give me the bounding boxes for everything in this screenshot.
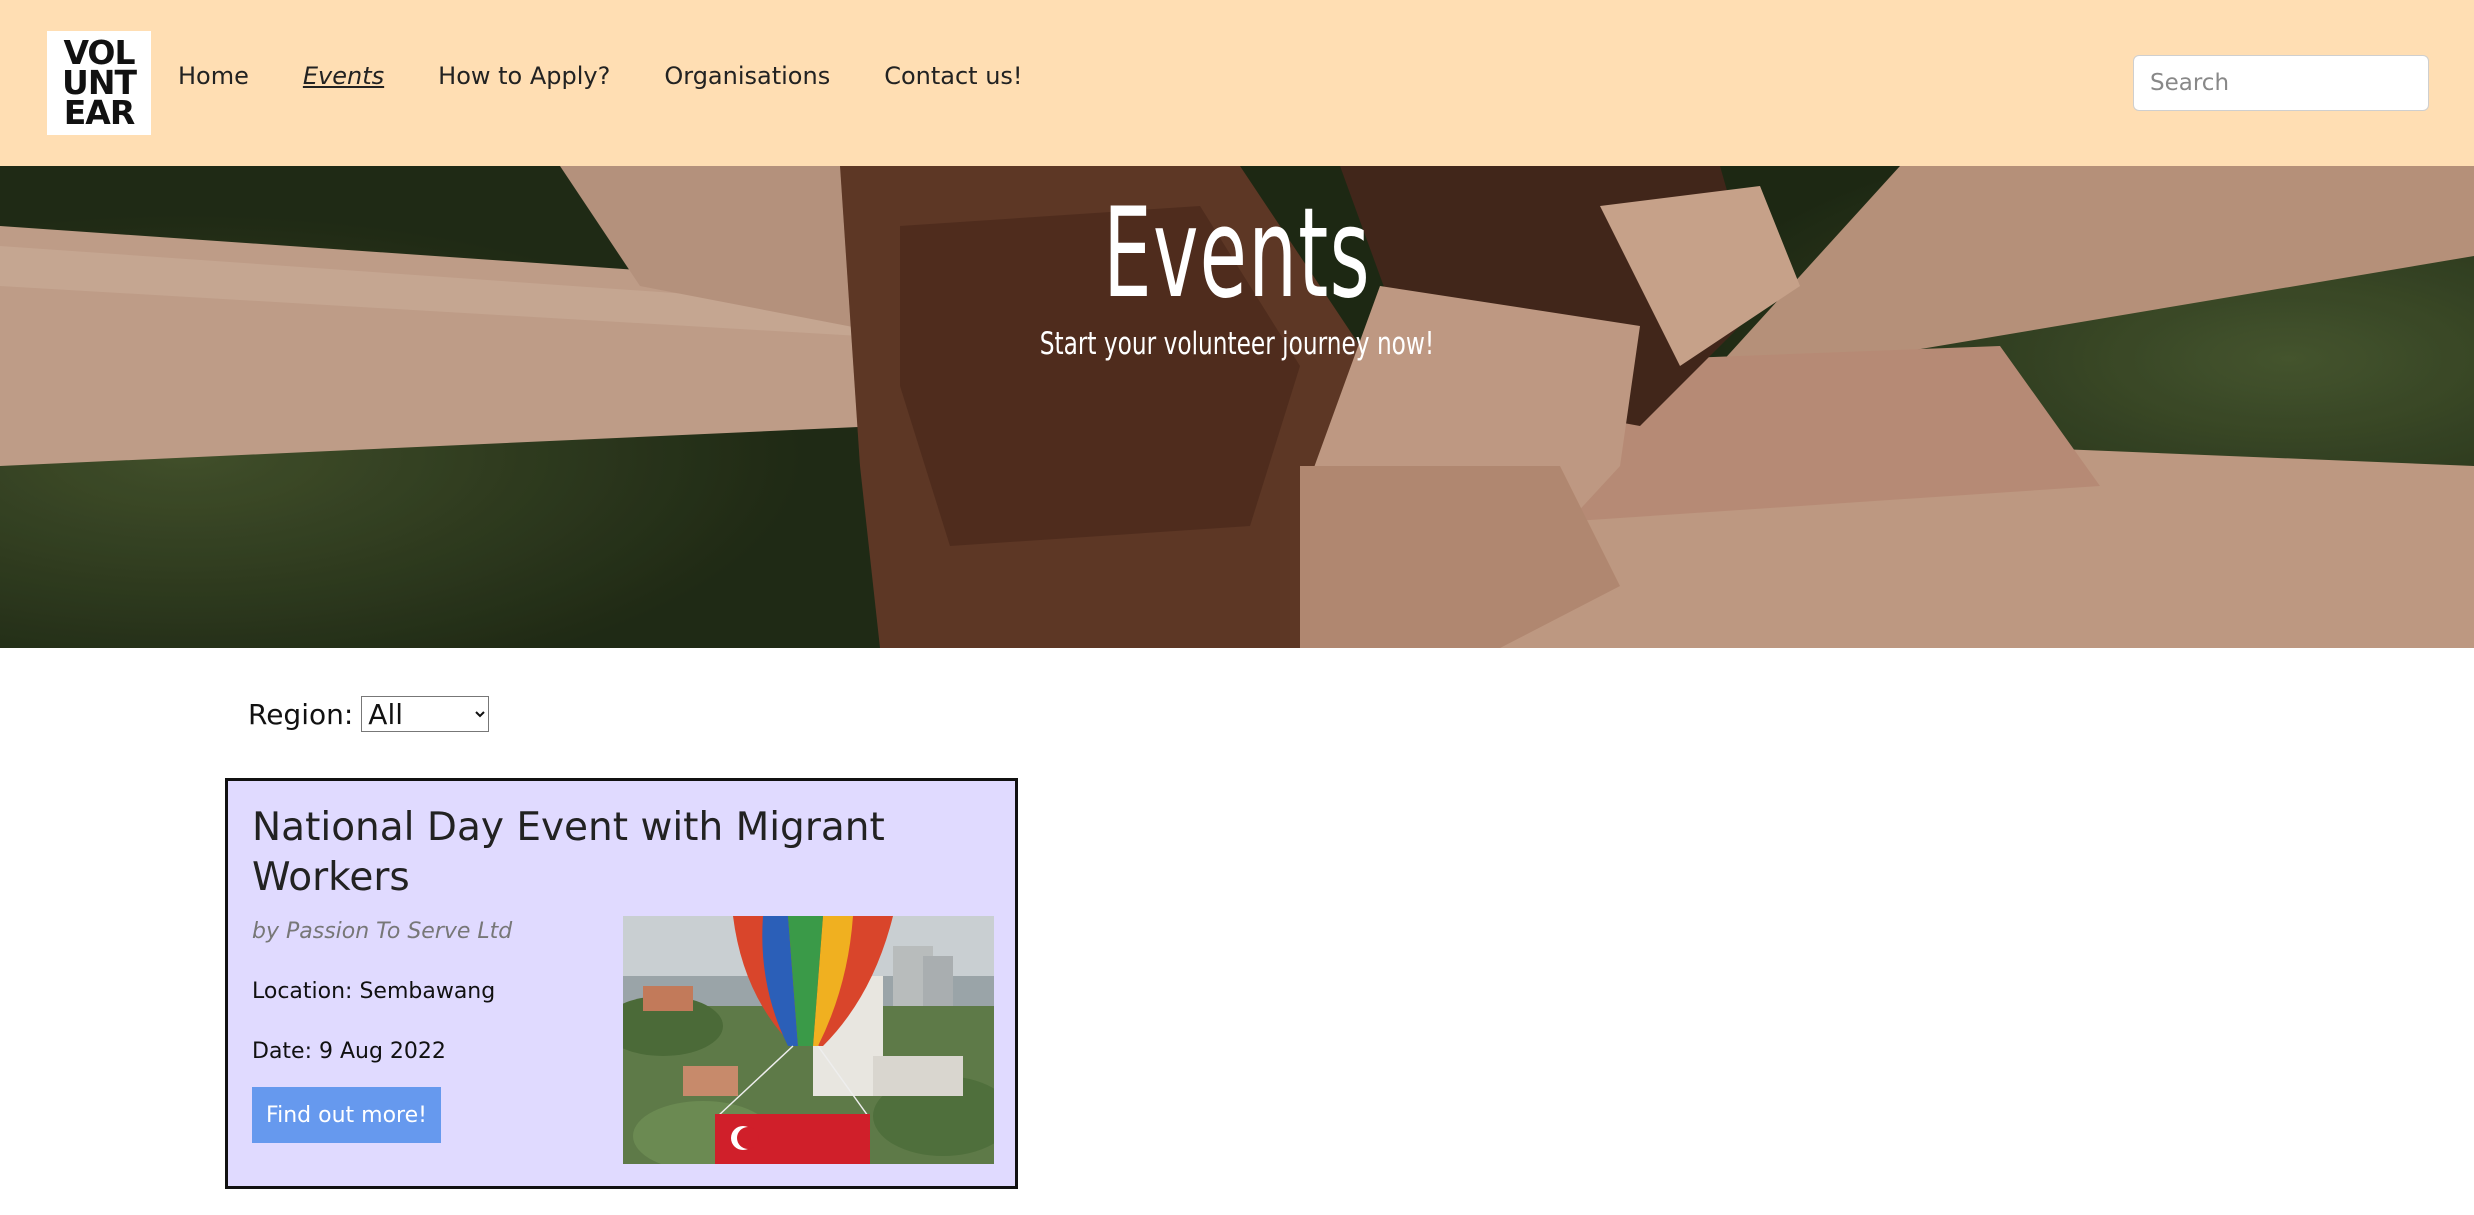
region-label: Region:: [248, 697, 354, 731]
nav-link-events[interactable]: Events: [303, 62, 384, 90]
logo-line-3: EAR: [63, 93, 135, 132]
event-date: Date: 9 Aug 2022: [252, 1039, 446, 1064]
find-out-more-button[interactable]: Find out more!: [252, 1087, 441, 1143]
event-card: National Day Event with Migrant Workers …: [225, 778, 1018, 1189]
nav-link-home[interactable]: Home: [178, 62, 249, 90]
hero-banner: Events Start your volunteer journey now!: [0, 166, 2474, 648]
event-title: National Day Event with Migrant Workers: [252, 805, 885, 900]
region-filter: Region: All: [248, 696, 490, 732]
nav-links: Home Events How to Apply? Organisations …: [178, 62, 1077, 90]
nav-link-contact[interactable]: Contact us!: [884, 62, 1022, 90]
event-organiser: by Passion To Serve Ltd: [252, 919, 513, 944]
event-image: [623, 916, 994, 1164]
event-location: Location: Sembawang: [252, 979, 496, 1004]
nav-link-how-to-apply[interactable]: How to Apply?: [438, 62, 610, 90]
navbar: VOL UNT EAR Home Events How to Apply? Or…: [0, 0, 2474, 166]
page-subtitle: Start your volunteer journey now!: [1039, 326, 1435, 362]
search-input[interactable]: [2133, 55, 2429, 111]
nav-link-organisations[interactable]: Organisations: [664, 62, 830, 90]
site-logo[interactable]: VOL UNT EAR: [47, 31, 151, 135]
page-title: Events: [1103, 182, 1371, 326]
region-select[interactable]: All: [361, 696, 490, 732]
